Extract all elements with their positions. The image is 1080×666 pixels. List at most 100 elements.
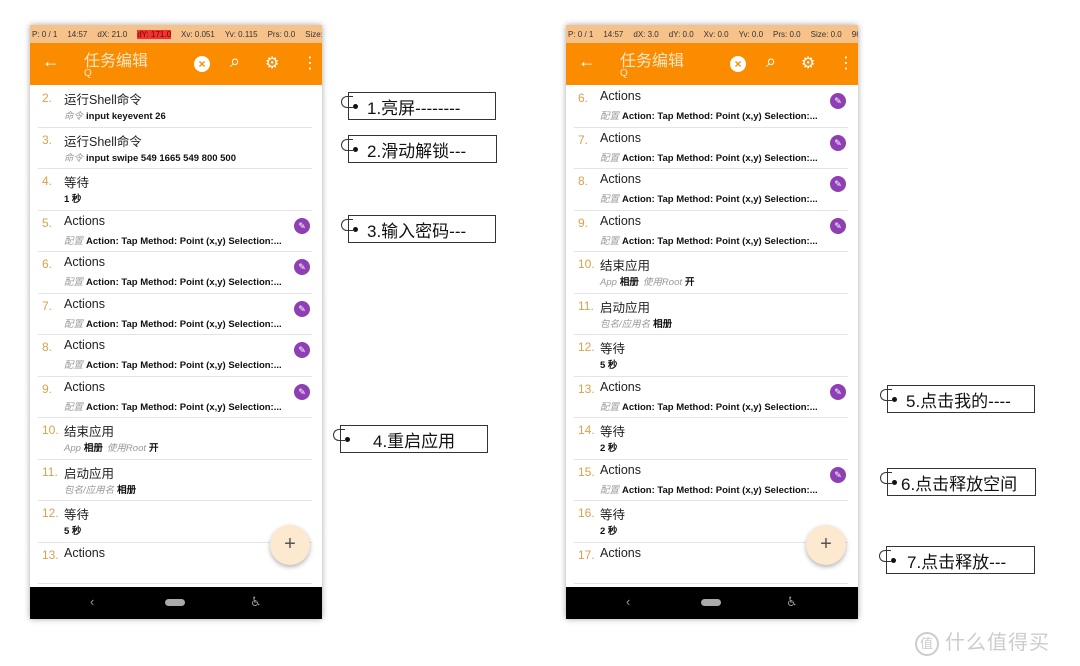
task-name: 结束应用 bbox=[600, 259, 651, 273]
clear-icon[interactable]: × bbox=[730, 56, 746, 72]
task-number: 11. bbox=[42, 464, 58, 479]
task-name: 启动应用 bbox=[64, 466, 115, 481]
status-time: 14:57 bbox=[603, 29, 624, 39]
back-arrow-icon[interactable]: ← bbox=[578, 51, 596, 72]
task-description: 配置 Action: Tap Method: Point (x,y) Select… bbox=[600, 482, 822, 496]
plugin-icon: ✎ bbox=[294, 383, 310, 400]
task-description: App 相册 使用Root 开 bbox=[64, 440, 163, 454]
page-title: 任务编辑 bbox=[620, 53, 685, 70]
task-description: 配置 Action: Tap Method: Point (x,y) Select… bbox=[600, 399, 822, 413]
dot-icon bbox=[353, 147, 358, 152]
task-row[interactable]: 4. 等待 1 秒 bbox=[38, 169, 312, 211]
task-row[interactable]: 11. 启动应用 包名/应用名 相册 bbox=[38, 460, 312, 501]
task-description: 配置 Action: Tap Method: Point (x,y) Select… bbox=[64, 357, 286, 371]
nav-back-button[interactable]: ‹ bbox=[90, 594, 94, 609]
param-label: 配置 bbox=[600, 484, 620, 496]
accessibility-icon[interactable]: ♿ bbox=[250, 594, 262, 610]
status-battery: 96% bbox=[851, 29, 858, 39]
task-row[interactable]: 7. Actions 配置 Action: Tap Method: Point (x,… bbox=[38, 294, 312, 335]
task-row[interactable]: 6. Actions 配置 Action: Tap Method: Point (x,… bbox=[38, 252, 312, 294]
status-yv: Yv: 0.115 bbox=[224, 29, 258, 39]
add-task-button[interactable]: + bbox=[270, 525, 310, 565]
param-label: 使用Root bbox=[106, 443, 146, 454]
tag-loop-icon bbox=[880, 389, 892, 401]
annotation-5: 5.点击我的---- bbox=[880, 385, 1035, 413]
status-dx: dX: 3.0 bbox=[633, 29, 659, 39]
task-number: 10. bbox=[42, 423, 59, 437]
param-value: Action: Tap Method: Point (x,y) Selectio… bbox=[622, 484, 818, 496]
task-description: 5 秒 bbox=[64, 523, 85, 537]
task-name: Actions bbox=[600, 130, 641, 145]
task-row[interactable]: 5. Actions 配置 Action: Tap Method: Point (x,… bbox=[38, 211, 312, 252]
task-name: Actions bbox=[64, 296, 105, 311]
tag-loop-icon bbox=[341, 139, 353, 151]
plugin-icon: ✎ bbox=[294, 217, 310, 234]
watermark: 值什么值得买 bbox=[915, 626, 1050, 656]
param-value: 1 秒 bbox=[64, 194, 82, 205]
annotation-text: 2.滑动解锁--- bbox=[367, 141, 467, 161]
task-number: 12. bbox=[42, 506, 59, 520]
clear-icon[interactable]: × bbox=[194, 56, 210, 72]
task-row[interactable]: 9. Actions 配置 Action: Tap Method: Point (x,… bbox=[574, 211, 848, 252]
task-number: 4. bbox=[42, 174, 53, 188]
back-arrow-icon[interactable]: ← bbox=[42, 51, 60, 72]
task-row[interactable]: 3. 运行Shell命令 命令 input swipe 549 1665 549 80… bbox=[38, 128, 312, 169]
task-number: 15. bbox=[578, 464, 595, 479]
annotation-6: 6.点击释放空间 bbox=[880, 468, 1036, 496]
status-xv: Xv: 0.051 bbox=[181, 29, 215, 39]
task-description: 包名/应用名 相册 bbox=[600, 316, 676, 330]
task-description: 配置 Action: Tap Method: Point (x,y) Select… bbox=[600, 108, 822, 122]
more-vert-icon[interactable]: ⋮ bbox=[302, 53, 318, 73]
task-row[interactable]: 9. Actions 配置 Action: Tap Method: Point (x,… bbox=[38, 377, 312, 418]
dot-icon bbox=[353, 104, 358, 109]
task-name: Actions bbox=[600, 213, 641, 228]
plugin-icon: ✎ bbox=[830, 383, 846, 400]
task-description: 配置 Action: Tap Method: Point (x,y) Select… bbox=[600, 150, 822, 164]
search-icon[interactable]: ⌕ bbox=[766, 51, 776, 72]
task-number: 8. bbox=[42, 340, 53, 354]
status-prs: Prs: 0.0 bbox=[773, 29, 801, 39]
task-row[interactable]: 13. Actions 配置 Action: Tap Method: Point (x… bbox=[574, 377, 848, 418]
task-row[interactable]: 15. Actions 配置 Action: Tap Method: Point (x… bbox=[574, 460, 848, 501]
nav-home-button[interactable] bbox=[165, 599, 185, 606]
task-row[interactable]: 6. Actions 配置 Action: Tap Method: Point (x,… bbox=[574, 86, 848, 128]
task-list[interactable]: 6. Actions 配置 Action: Tap Method: Point (x,… bbox=[566, 86, 858, 586]
param-value: input keyevent 26 bbox=[86, 111, 166, 122]
nav-back-button[interactable]: ‹ bbox=[626, 594, 630, 609]
dot-icon bbox=[891, 558, 896, 563]
task-list[interactable]: 2. 运行Shell命令 命令 input keyevent 26 3. 运行Shell命… bbox=[30, 86, 322, 586]
task-name: Actions bbox=[600, 379, 641, 394]
accessibility-icon[interactable]: ♿ bbox=[786, 594, 798, 610]
add-task-button[interactable]: + bbox=[806, 525, 846, 565]
tag-loop-icon bbox=[341, 219, 353, 231]
task-row[interactable]: 8. Actions 配置 Action: Tap Method: Point (x,… bbox=[574, 169, 848, 211]
task-row[interactable]: 10. 结束应用 App 相册 使用Root 开 bbox=[574, 252, 848, 294]
task-row[interactable]: 8. Actions 配置 Action: Tap Method: Point (x,… bbox=[38, 335, 312, 377]
status-p: P: 0 / 1 bbox=[32, 29, 58, 39]
nav-home-button[interactable] bbox=[701, 599, 721, 606]
task-name: Actions bbox=[64, 545, 105, 560]
annotation-text: 1.亮屏-------- bbox=[367, 98, 461, 118]
task-description: 配置 Action: Tap Method: Point (x,y) Select… bbox=[600, 233, 822, 247]
task-description: 配置 Action: Tap Method: Point (x,y) Select… bbox=[64, 274, 286, 288]
gear-icon[interactable]: ⚙ bbox=[801, 53, 815, 73]
status-bar: P: 0 / 1 14:57 dX: 21.0 dY: 171.0 Xv: 0.051 Y… bbox=[30, 25, 322, 43]
more-vert-icon[interactable]: ⋮ bbox=[838, 53, 854, 73]
task-row[interactable]: 2. 运行Shell命令 命令 input keyevent 26 bbox=[38, 86, 312, 128]
search-icon[interactable]: ⌕ bbox=[230, 51, 240, 72]
task-row[interactable]: 14. 等待 2 秒 bbox=[574, 418, 848, 460]
task-row[interactable]: 10. 结束应用 App 相册 使用Root 开 bbox=[38, 418, 312, 460]
param-value: Action: Tap Method: Point (x,y) Selectio… bbox=[86, 401, 282, 413]
task-number: 9. bbox=[578, 215, 589, 230]
task-row[interactable]: 7. Actions 配置 Action: Tap Method: Point (x,… bbox=[574, 128, 848, 169]
task-row[interactable]: 11. 启动应用 包名/应用名 相册 bbox=[574, 294, 848, 335]
task-name: Actions bbox=[64, 213, 105, 228]
phone-right: P: 0 / 1 14:57 dX: 3.0 dY: 0.0 Xv: 0.0 Yv: 0.… bbox=[566, 25, 858, 619]
task-row[interactable]: 12. 等待 5 秒 bbox=[574, 335, 848, 377]
navigation-bar: ‹ ♿ bbox=[30, 587, 322, 619]
gear-icon[interactable]: ⚙ bbox=[265, 53, 279, 73]
task-name: 等待 bbox=[600, 342, 626, 356]
task-name: Actions bbox=[64, 379, 105, 394]
param-value: 相册 bbox=[117, 484, 137, 496]
task-name: 运行Shell命令 bbox=[64, 93, 142, 107]
